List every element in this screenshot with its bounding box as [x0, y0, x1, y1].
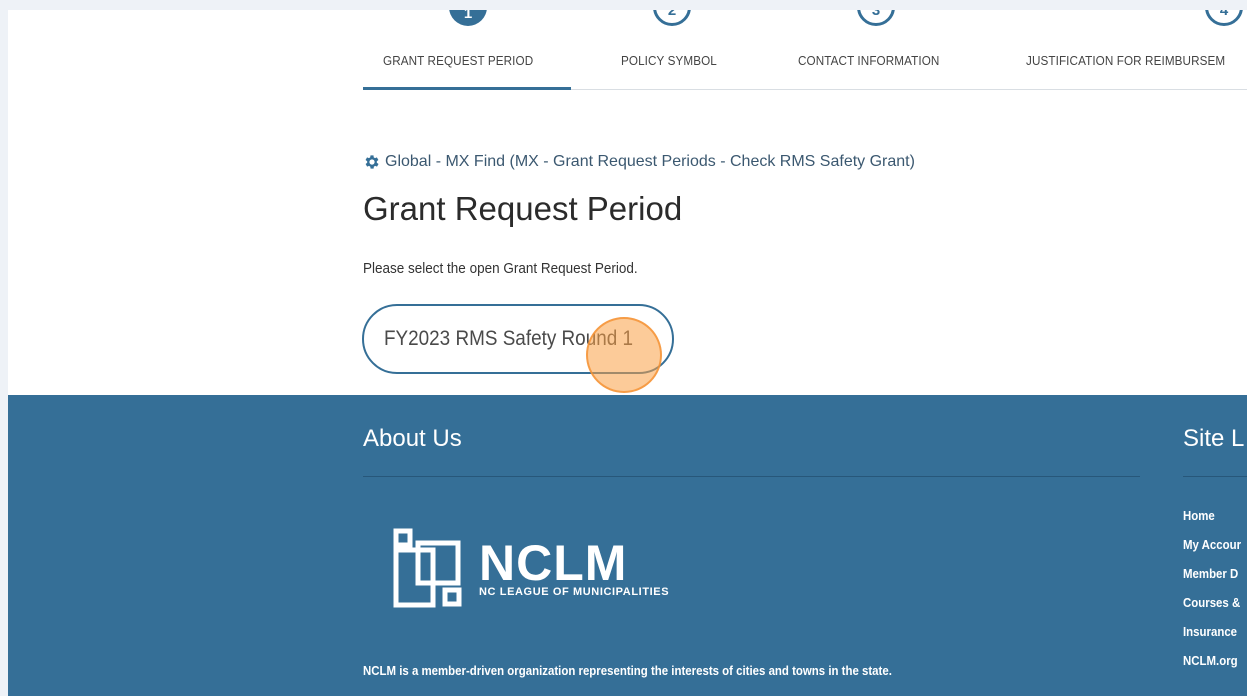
- logo-wordmark: NCLM: [479, 535, 628, 591]
- site-links-heading: Site L: [1183, 425, 1245, 452]
- page-title: Grant Request Period: [363, 190, 683, 227]
- step-number-badge: 4: [1205, 10, 1243, 26]
- step-label-policy-symbol[interactable]: POLICY SYMBOL: [621, 53, 717, 68]
- footer-link-courses[interactable]: Courses &: [1183, 595, 1241, 624]
- stepper-active-indicator: [363, 87, 571, 90]
- breadcrumb-text: Global - MX Find (MX - Grant Request Per…: [385, 153, 915, 170]
- site-links-list: Home My Accour Member D Courses & Insura…: [1183, 508, 1247, 682]
- step-label-justification[interactable]: JUSTIFICATION FOR REIMBURSEM: [1026, 53, 1225, 68]
- nclm-logo-mark-icon: [393, 528, 462, 608]
- about-us-heading: About Us: [363, 425, 462, 452]
- step-number-badge: 3: [857, 10, 895, 26]
- footer-link-insurance[interactable]: Insurance: [1183, 624, 1241, 653]
- site-links-divider: [1183, 476, 1247, 477]
- footer-link-home[interactable]: Home: [1183, 508, 1241, 537]
- step-number-badge: 1: [449, 10, 487, 26]
- about-divider: [363, 476, 1140, 477]
- step-number-badge: 2: [653, 10, 691, 26]
- nclm-logo[interactable]: NCLM NC LEAGUE OF MUNICIPALITIES: [393, 528, 693, 618]
- grant-period-option-button[interactable]: FY2023 RMS Safety Round 1: [362, 304, 674, 374]
- footer-link-member-directory[interactable]: Member D: [1183, 566, 1241, 595]
- browser-viewport: 1 2 3 4 GRANT REQUEST PERIOD POLICY SYMB…: [8, 10, 1247, 696]
- breadcrumb[interactable]: Global - MX Find (MX - Grant Request Per…: [363, 153, 915, 171]
- site-footer: About Us NCLM NC LEAGUE OF MUNICIPALITIE…: [8, 395, 1247, 696]
- gear-icon: [365, 155, 379, 169]
- step-label-grant-request-period[interactable]: GRANT REQUEST PERIOD: [383, 53, 533, 68]
- progress-stepper: 1 2 3 4 GRANT REQUEST PERIOD POLICY SYMB…: [363, 10, 1247, 90]
- grant-period-option-label: FY2023 RMS Safety Round 1: [384, 327, 633, 350]
- instructions-text: Please select the open Grant Request Per…: [363, 260, 638, 277]
- footer-link-nclm-org[interactable]: NCLM.org: [1183, 653, 1241, 682]
- about-description: NCLM is a member-driven organization rep…: [363, 663, 892, 678]
- footer-link-my-account[interactable]: My Accour: [1183, 537, 1241, 566]
- logo-tagline: NC LEAGUE OF MUNICIPALITIES: [479, 586, 670, 598]
- step-label-contact-information[interactable]: CONTACT INFORMATION: [798, 53, 939, 68]
